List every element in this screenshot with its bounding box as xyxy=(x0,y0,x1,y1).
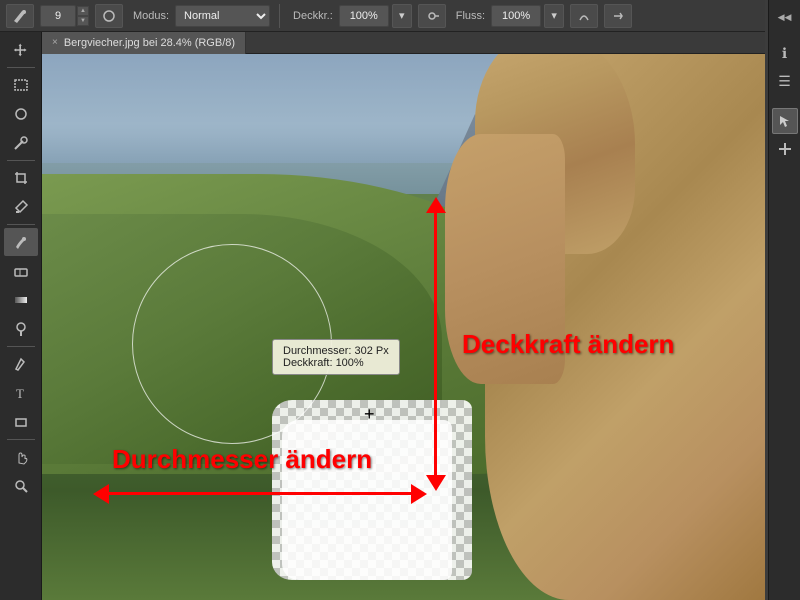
flow-field: ▾ xyxy=(491,4,564,28)
tool-zoom[interactable] xyxy=(4,472,38,500)
modus-select[interactable]: Normal Aufhellen Abdunkeln Multipliziere… xyxy=(175,5,270,27)
brush-shape-icon[interactable] xyxy=(95,4,123,28)
flow-label: Fluss: xyxy=(456,10,485,22)
tool-brush[interactable] xyxy=(4,228,38,256)
tool-separator-5 xyxy=(7,439,35,440)
tablet-pressure-icon[interactable] xyxy=(570,4,598,28)
image-tab[interactable]: × Bergviecher.jpg bei 28.4% (RGB/8) xyxy=(42,32,246,54)
resize-tool-right[interactable] xyxy=(772,136,798,162)
tool-separator-4 xyxy=(7,346,35,347)
airbrush-icon[interactable] xyxy=(418,4,446,28)
opacity-arrow[interactable]: ▾ xyxy=(392,4,412,28)
tool-magic-wand[interactable] xyxy=(4,129,38,157)
brush-size-input[interactable] xyxy=(40,5,76,27)
tool-dodge[interactable] xyxy=(4,315,38,343)
tool-gradient[interactable] xyxy=(4,286,38,314)
image-canvas[interactable]: + Durchmesser: 302 Px Deckkraft: 100% Du… xyxy=(42,54,765,600)
left-tools-panel: T xyxy=(0,32,42,600)
tool-crop[interactable] xyxy=(4,164,38,192)
brush-size-spinner[interactable]: ▲▼ xyxy=(77,6,89,26)
tool-marquee-rect[interactable] xyxy=(4,71,38,99)
opacity-field: ▾ xyxy=(339,4,412,28)
tool-move[interactable] xyxy=(4,36,38,64)
brush-tool-icon[interactable] xyxy=(6,4,34,28)
tab-bar: × Bergviecher.jpg bei 28.4% (RGB/8) xyxy=(42,32,765,54)
flow-arrow[interactable]: ▾ xyxy=(544,4,564,28)
tab-filename: Bergviecher.jpg bei 28.4% (RGB/8) xyxy=(64,37,235,49)
main-toolbar: ▲▼ Modus: Normal Aufhellen Abdunkeln Mul… xyxy=(0,0,765,32)
tool-eraser[interactable] xyxy=(4,257,38,285)
opacity-label: Deckkr.: xyxy=(293,10,333,22)
tool-separator-2 xyxy=(7,160,35,161)
tool-hand[interactable] xyxy=(4,443,38,471)
erased-area xyxy=(282,420,452,580)
tool-separator-1 xyxy=(7,67,35,68)
tab-close-icon[interactable]: × xyxy=(52,37,58,48)
flow-input[interactable] xyxy=(491,5,541,27)
tool-lasso[interactable] xyxy=(4,100,38,128)
cursor-tool-right[interactable] xyxy=(772,108,798,134)
tool-text[interactable]: T xyxy=(4,379,38,407)
tool-pen[interactable] xyxy=(4,350,38,378)
separator-1 xyxy=(279,4,280,28)
tool-shape[interactable] xyxy=(4,408,38,436)
tool-separator-3 xyxy=(7,224,35,225)
tool-eyedropper[interactable] xyxy=(4,193,38,221)
modus-label: Modus: xyxy=(133,10,169,22)
right-panel: ◀◀ ℹ ☰ xyxy=(768,0,800,600)
svg-text:T: T xyxy=(16,386,24,401)
opacity-input[interactable] xyxy=(339,5,389,27)
collapse-btn[interactable]: ◀◀ xyxy=(772,4,798,30)
info-btn[interactable]: ℹ xyxy=(772,40,798,66)
brush-size-field[interactable]: ▲▼ xyxy=(40,5,89,27)
llama-neck xyxy=(445,134,565,384)
panels-btn[interactable]: ☰ xyxy=(772,68,798,94)
tablet-angle-icon[interactable] xyxy=(604,4,632,28)
